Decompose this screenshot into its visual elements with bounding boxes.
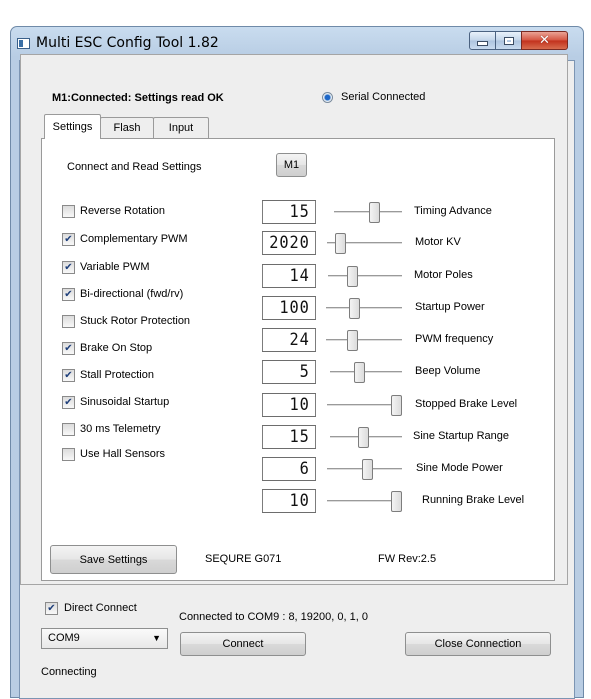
checkmark-icon: ✔ bbox=[64, 369, 73, 381]
option-label: Variable PWM bbox=[80, 261, 150, 273]
option-label: Stuck Rotor Protection bbox=[80, 315, 191, 327]
checkmark-icon: ✔ bbox=[64, 233, 73, 245]
parameter-slider-thumb[interactable] bbox=[369, 202, 381, 223]
option-label: Use Hall Sensors bbox=[80, 448, 165, 460]
tab-flash-label: Flash bbox=[113, 122, 141, 134]
direct-connect-checkbox[interactable]: ✔ bbox=[45, 602, 58, 615]
parameter-slider-thumb[interactable] bbox=[347, 330, 359, 351]
chevron-down-icon: ▼ bbox=[152, 633, 161, 643]
parameter-slider-thumb[interactable] bbox=[362, 459, 374, 480]
connect-button[interactable]: Connect bbox=[180, 632, 306, 656]
tab-settings[interactable]: Settings bbox=[44, 114, 101, 139]
option-label: 30 ms Telemetry bbox=[80, 423, 161, 435]
com-port-select[interactable]: COM9 ▼ bbox=[41, 628, 168, 649]
parameter-label: Motor KV bbox=[415, 236, 461, 248]
connection-status-text: M1:Connected: Settings read OK bbox=[52, 92, 224, 104]
save-settings-label: Save Settings bbox=[79, 553, 148, 566]
parameter-slider-thumb[interactable] bbox=[349, 298, 361, 319]
option-label: Sinusoidal Startup bbox=[80, 396, 170, 408]
option-checkbox[interactable] bbox=[62, 423, 75, 436]
checkmark-icon: ✔ bbox=[47, 602, 56, 614]
close-connection-label: Close Connection bbox=[434, 638, 522, 650]
app-window-icon bbox=[17, 38, 30, 49]
parameter-slider-track[interactable] bbox=[326, 307, 402, 310]
option-checkbox[interactable] bbox=[62, 205, 75, 218]
parameter-slider-thumb[interactable] bbox=[354, 362, 366, 383]
com-port-value: COM9 bbox=[48, 632, 80, 644]
option-checkbox[interactable]: ✔ bbox=[62, 342, 75, 355]
checkmark-icon: ✔ bbox=[64, 261, 73, 273]
parameter-value-display: 15 bbox=[262, 425, 316, 449]
minimize-button[interactable] bbox=[469, 31, 496, 50]
connection-status: Connecting bbox=[41, 666, 97, 678]
connected-to-text: Connected to COM9 : 8, 19200, 0, 1, 0 bbox=[179, 611, 368, 623]
parameter-value-display: 10 bbox=[262, 393, 316, 417]
checkmark-icon: ✔ bbox=[64, 288, 73, 300]
parameter-slider-track[interactable] bbox=[334, 211, 402, 214]
m1-button-label: M1 bbox=[283, 159, 300, 171]
option-label: Complementary PWM bbox=[80, 233, 188, 245]
tab-settings-label: Settings bbox=[52, 121, 93, 133]
option-checkbox[interactable] bbox=[62, 315, 75, 328]
parameter-value-display: 10 bbox=[262, 489, 316, 513]
direct-connect-label: Direct Connect bbox=[64, 602, 137, 614]
parameter-slider-track[interactable] bbox=[328, 275, 402, 278]
option-checkbox[interactable]: ✔ bbox=[62, 288, 75, 301]
parameter-label: Sine Startup Range bbox=[413, 430, 510, 442]
device-name: SEQURE G071 bbox=[205, 553, 282, 565]
parameter-value-display: 14 bbox=[262, 264, 316, 288]
maximize-icon bbox=[503, 36, 514, 45]
parameter-label: Timing Advance bbox=[414, 205, 492, 217]
option-checkbox[interactable]: ✔ bbox=[62, 261, 75, 274]
connect-button-label: Connect bbox=[222, 638, 264, 650]
close-window-button[interactable]: ✕ bbox=[521, 31, 568, 50]
connect-read-label: Connect and Read Settings bbox=[67, 161, 202, 173]
minimize-icon bbox=[477, 41, 488, 46]
parameter-slider-thumb[interactable] bbox=[334, 233, 346, 254]
parameter-label: Beep Volume bbox=[415, 365, 481, 377]
parameter-value-display: 2020 bbox=[262, 231, 316, 255]
parameter-label: PWM frequency bbox=[415, 333, 494, 345]
firmware-version: FW Rev:2.5 bbox=[378, 553, 437, 565]
parameter-label: Startup Power bbox=[415, 301, 485, 313]
option-label: Stall Protection bbox=[80, 369, 154, 381]
tab-input-label: Input bbox=[168, 122, 194, 134]
option-label: Bi-directional (fwd/rv) bbox=[80, 288, 184, 300]
close-icon: ✕ bbox=[539, 33, 550, 48]
parameter-value-display: 5 bbox=[262, 360, 316, 384]
option-checkbox[interactable]: ✔ bbox=[62, 369, 75, 382]
parameter-value-display: 6 bbox=[262, 457, 316, 481]
parameter-label: Running Brake Level bbox=[422, 494, 525, 506]
parameter-slider-track[interactable] bbox=[330, 371, 402, 374]
parameter-slider-thumb[interactable] bbox=[391, 491, 402, 512]
option-label: Brake On Stop bbox=[80, 342, 153, 354]
serial-connected-label: Serial Connected bbox=[341, 91, 426, 103]
option-checkbox[interactable]: ✔ bbox=[62, 233, 75, 246]
tab-input[interactable]: Input bbox=[153, 117, 209, 138]
maximize-button[interactable] bbox=[495, 31, 522, 50]
parameter-value-display: 15 bbox=[262, 200, 316, 224]
parameter-value-display: 24 bbox=[262, 328, 316, 352]
checkmark-icon: ✔ bbox=[64, 396, 73, 408]
serial-connected-radio[interactable] bbox=[322, 92, 333, 103]
checkmark-icon: ✔ bbox=[64, 342, 73, 354]
option-label: Reverse Rotation bbox=[80, 205, 165, 217]
parameter-slider-track[interactable] bbox=[326, 339, 402, 342]
tab-flash[interactable]: Flash bbox=[100, 117, 154, 138]
window-title: Multi ESC Config Tool 1.82 bbox=[36, 35, 219, 51]
close-connection-button[interactable]: Close Connection bbox=[405, 632, 551, 656]
m1-button[interactable]: M1 bbox=[276, 153, 307, 177]
save-settings-button[interactable]: Save Settings bbox=[50, 545, 177, 574]
parameter-value-display: 100 bbox=[262, 296, 316, 320]
parameter-slider-thumb[interactable] bbox=[346, 266, 358, 287]
parameter-label: Stopped Brake Level bbox=[415, 398, 518, 410]
parameter-slider-thumb[interactable] bbox=[391, 395, 402, 416]
parameter-label: Sine Mode Power bbox=[416, 462, 503, 474]
option-checkbox[interactable]: ✔ bbox=[62, 396, 75, 409]
parameter-slider-thumb[interactable] bbox=[358, 427, 370, 448]
parameter-label: Motor Poles bbox=[414, 269, 473, 281]
option-checkbox[interactable] bbox=[62, 448, 75, 461]
